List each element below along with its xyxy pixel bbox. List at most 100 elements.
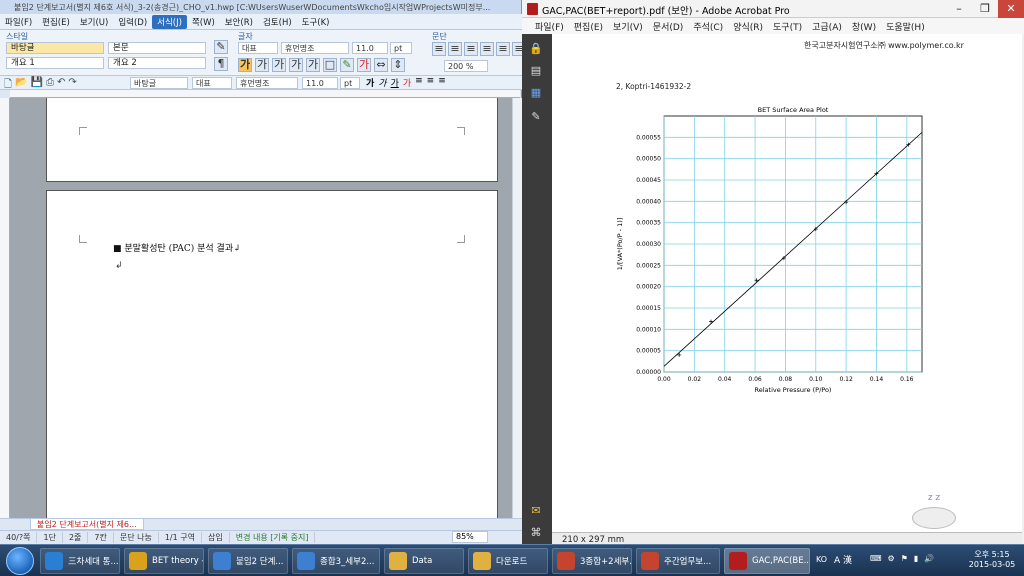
vertical-scrollbar[interactable]	[512, 98, 522, 518]
doc-tab[interactable]: 붙임2 단계보고서(별지 제6...	[30, 519, 144, 530]
toolbar-lang-select[interactable]: 대표	[192, 77, 232, 89]
maximize-button[interactable]: ❐	[972, 0, 998, 18]
ime-indicator[interactable]: A 漢	[834, 553, 852, 566]
document-area[interactable]: ■ 분말활성탄 (PAC) 분석 결과↲ ↲	[10, 98, 512, 518]
outline-icon[interactable]: 가	[306, 58, 320, 72]
acrobat-menu-item[interactable]: 도구(T)	[768, 20, 807, 33]
hwp-menu-item[interactable]: 도구(K)	[297, 15, 335, 29]
taskbar-item[interactable]: BET theory -...	[124, 548, 204, 574]
close-button[interactable]: ✕	[998, 0, 1024, 18]
italic-icon[interactable]: 가	[255, 58, 269, 72]
char-width-icon[interactable]: ⇕	[391, 58, 405, 72]
clock[interactable]: 오후 5:15 2015-03-05	[962, 549, 1022, 569]
align-distribute-icon[interactable]: ≡	[496, 42, 510, 56]
taskbar-item[interactable]: 종합3_세부2...	[292, 548, 380, 574]
hwp-menu-item[interactable]: 파일(F)	[0, 15, 37, 29]
highlight-icon[interactable]: ✎	[340, 58, 354, 72]
style-edit-icon[interactable]: ✎	[214, 40, 228, 54]
bold-icon[interactable]: 가	[238, 58, 252, 72]
taskbar-item[interactable]: 주간업무보...	[636, 548, 720, 574]
style-item-4[interactable]: 개요 2	[108, 57, 206, 69]
tb-italic-icon[interactable]: 가	[378, 76, 386, 89]
hwp-menu-item[interactable]: 입력(D)	[113, 15, 152, 29]
hwp-menu-item[interactable]: 보기(U)	[75, 15, 114, 29]
align-right-icon[interactable]: ≡	[464, 42, 478, 56]
status-field: 2줄	[63, 532, 89, 543]
tb-align2-icon[interactable]: ≡	[427, 76, 435, 89]
flag-icon[interactable]: ⚑	[901, 554, 908, 563]
font-color-icon[interactable]: 가	[357, 58, 371, 72]
status-field: 문단 나눔	[114, 532, 159, 543]
x-tick-label: 0.06	[748, 376, 762, 383]
font-name-select[interactable]: 휴먼명조	[281, 42, 349, 54]
lock-icon[interactable]: 🔒	[529, 42, 543, 56]
style-item-1[interactable]: 바탕글	[6, 42, 104, 54]
pages-icon[interactable]: ▤	[529, 64, 543, 78]
underline-icon[interactable]: 가	[272, 58, 286, 72]
taskbar-item[interactable]: 三차세대 통...	[40, 548, 120, 574]
acrobat-menu-item[interactable]: 보기(V)	[608, 20, 648, 33]
acrobat-menu-item[interactable]: 파일(F)	[530, 20, 569, 33]
font-unit-select[interactable]: pt	[390, 42, 412, 54]
taskbar-item[interactable]: 붙임2 단계...	[208, 548, 288, 574]
tb-align-icon[interactable]: ≡	[415, 76, 423, 89]
keyboard-icon[interactable]: ⌨	[870, 554, 882, 563]
bookmarks-icon[interactable]: ▦	[529, 86, 543, 100]
align-buttons: ≡ ≡ ≡ ≡ ≡ ≡	[432, 42, 526, 56]
settings-icon[interactable]: ⚙	[888, 554, 895, 563]
hwp-menu-item[interactable]: 편집(E)	[37, 15, 75, 29]
font-size-field[interactable]: 11.0	[352, 42, 388, 54]
acrobat-menu-item[interactable]: 편집(E)	[569, 20, 608, 33]
acrobat-menu-item[interactable]: 고급(A)	[807, 20, 847, 33]
toolbar-style-select[interactable]: 바탕글	[130, 77, 188, 89]
pdf-icon	[729, 552, 747, 570]
tb-align3-icon[interactable]: ≡	[438, 76, 446, 89]
minimize-button[interactable]: –	[946, 0, 972, 18]
zoom-field[interactable]: 85%	[452, 531, 488, 543]
toolbar-size-field[interactable]: 11.0	[302, 77, 338, 89]
clock-date: 2015-03-05	[968, 560, 1016, 569]
mascot-image: z z	[912, 494, 956, 529]
hwp-menu-item[interactable]: 쪽(W)	[187, 15, 220, 29]
attachment-icon[interactable]: ⌘	[529, 526, 543, 540]
start-button[interactable]	[6, 547, 34, 575]
margin-mark	[79, 235, 87, 243]
horizontal-ruler[interactable]	[10, 90, 520, 98]
volume-icon[interactable]: 🔊	[924, 554, 934, 563]
vertical-ruler[interactable]	[0, 98, 10, 518]
align-justify-icon[interactable]: ≡	[432, 42, 446, 56]
tb-underline-icon[interactable]: 가	[391, 76, 399, 89]
style-item-2[interactable]: 본문	[108, 42, 206, 54]
taskbar-item[interactable]: 3종합+2세부...	[552, 548, 632, 574]
acrobat-menu-item[interactable]: 양식(R)	[728, 20, 768, 33]
signature-icon[interactable]: ✎	[529, 110, 543, 124]
style-item-3[interactable]: 개요 1	[6, 57, 104, 69]
style-apply-icon[interactable]: ¶	[214, 57, 228, 71]
taskbar-item[interactable]: Data	[384, 548, 464, 574]
font-lang-select[interactable]: 대표	[238, 42, 278, 54]
box-icon[interactable]: □	[323, 58, 337, 72]
lang-indicator[interactable]: KO	[816, 555, 827, 564]
network-icon[interactable]: ▮	[914, 554, 918, 563]
taskbar-item[interactable]: 다운로드	[468, 548, 548, 574]
line-spacing-field[interactable]: 200 %	[444, 60, 488, 72]
acrobat-menu-item[interactable]: 창(W)	[847, 20, 881, 33]
char-spacing-icon[interactable]: ⇔	[374, 58, 388, 72]
strike-icon[interactable]: 가	[289, 58, 303, 72]
document-heading[interactable]: ■ 분말활성탄 (PAC) 분석 결과↲	[113, 241, 241, 254]
acrobat-menu-item[interactable]: 도움말(H)	[881, 20, 930, 33]
acrobat-menu-item[interactable]: 문서(D)	[648, 20, 689, 33]
toolbar-font-select[interactable]: 휴먼명조	[236, 77, 298, 89]
hwp-menu-item[interactable]: 검토(H)	[258, 15, 297, 29]
taskbar-item[interactable]: GAC,PAC(BE...	[724, 548, 810, 574]
comment-icon[interactable]: ✉	[529, 504, 543, 518]
hwp-menu-item[interactable]: 서식(J)	[152, 14, 187, 29]
tb-color-icon[interactable]: 가	[403, 76, 411, 89]
tb-bold-icon[interactable]: 가	[366, 76, 374, 89]
toolbar-unit-select[interactable]: pt	[340, 77, 360, 89]
align-center-icon[interactable]: ≡	[480, 42, 494, 56]
align-left-icon[interactable]: ≡	[448, 42, 462, 56]
hwp-menu-item[interactable]: 보안(R)	[220, 15, 258, 29]
pdf-page[interactable]: 한국고분자시험연구소㈜ www.polymer.co.kr 2, Koptri-…	[552, 34, 1022, 532]
acrobat-menu-item[interactable]: 주석(C)	[688, 20, 728, 33]
